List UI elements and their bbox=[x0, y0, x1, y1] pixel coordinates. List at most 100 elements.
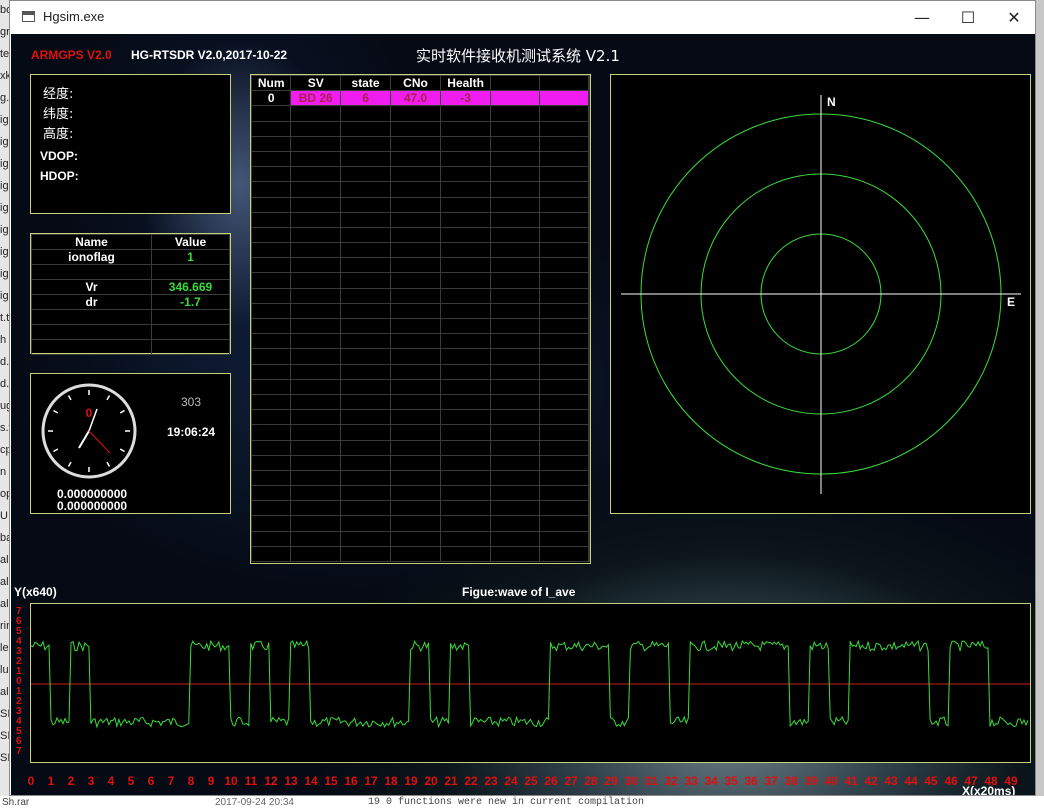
satellite-row[interactable] bbox=[250, 545, 590, 563]
sv-empty-cell bbox=[490, 181, 541, 198]
wave-x-tick: 43 bbox=[884, 774, 898, 788]
background-file-date: 2017-09-24 20:34 bbox=[215, 797, 294, 808]
sv-empty-cell bbox=[250, 348, 292, 365]
sv-empty-cell bbox=[290, 363, 342, 380]
satellite-row[interactable] bbox=[250, 242, 590, 259]
sv-empty-cell bbox=[588, 120, 590, 137]
background-fragment: lu bbox=[0, 664, 9, 676]
sv-empty-cell bbox=[439, 166, 492, 183]
wave-x-tick: 39 bbox=[804, 774, 818, 788]
sv-empty-cell bbox=[539, 333, 589, 350]
sv-empty-cell bbox=[490, 90, 541, 107]
sv-empty-cell bbox=[390, 302, 441, 320]
wave-x-tick: 27 bbox=[564, 774, 578, 788]
satellite-row[interactable] bbox=[250, 226, 590, 244]
sv-empty-cell bbox=[340, 515, 392, 532]
sv-empty-cell bbox=[340, 257, 392, 274]
wave-x-tick: 3 bbox=[87, 774, 95, 788]
sv-empty-cell bbox=[539, 135, 589, 152]
sv-empty-cell bbox=[290, 287, 342, 304]
maximize-button[interactable]: ☐ bbox=[945, 1, 991, 34]
satellite-row[interactable] bbox=[250, 196, 590, 213]
satellite-row[interactable] bbox=[250, 211, 590, 228]
sv-empty-cell bbox=[340, 485, 392, 502]
satellite-row[interactable] bbox=[250, 333, 590, 350]
sv-empty-cell bbox=[439, 242, 492, 259]
close-button[interactable]: ✕ bbox=[991, 1, 1037, 34]
sv-empty-cell bbox=[340, 500, 392, 517]
wave-x-tick: 31 bbox=[644, 774, 658, 788]
wave-x-tick: 46 bbox=[944, 774, 958, 788]
sv-empty-cell bbox=[588, 454, 590, 471]
satellite-row[interactable] bbox=[250, 120, 590, 137]
param-name bbox=[31, 309, 152, 325]
satellite-row[interactable] bbox=[250, 181, 590, 198]
sv-empty-cell bbox=[439, 409, 492, 426]
sv-empty-cell bbox=[390, 363, 441, 380]
sv-empty-cell bbox=[290, 135, 342, 152]
sv-empty-cell bbox=[539, 348, 589, 365]
sv-empty-cell bbox=[250, 196, 292, 213]
satellite-row[interactable] bbox=[250, 439, 590, 456]
satellite-row[interactable] bbox=[250, 272, 590, 289]
sv-empty-cell bbox=[439, 287, 492, 304]
sv-empty-cell bbox=[539, 485, 589, 502]
clock-value-2: 0.000000000 bbox=[57, 499, 128, 513]
satellite-row[interactable] bbox=[250, 424, 590, 441]
sv-empty-cell bbox=[390, 393, 441, 411]
wave-x-tick: 32 bbox=[664, 774, 678, 788]
sv-empty-cell bbox=[588, 530, 590, 547]
sv-empty-cell bbox=[439, 150, 492, 168]
wave-x-tick: 37 bbox=[764, 774, 778, 788]
satellite-row[interactable] bbox=[250, 454, 590, 471]
satellite-row[interactable] bbox=[250, 150, 590, 168]
satellite-row[interactable] bbox=[250, 515, 590, 532]
satellite-row[interactable] bbox=[250, 302, 590, 320]
background-fragment: te bbox=[0, 48, 10, 60]
sv-empty-cell bbox=[250, 257, 292, 274]
sv-empty-cell bbox=[588, 181, 590, 198]
satellite-row[interactable] bbox=[250, 257, 590, 274]
wave-x-tick: 0 bbox=[27, 774, 35, 788]
sv-empty-cell bbox=[290, 272, 342, 289]
sv-empty-cell bbox=[539, 545, 589, 563]
sv-empty-cell bbox=[539, 150, 589, 168]
satellite-row[interactable] bbox=[250, 485, 590, 502]
sv-empty-cell bbox=[490, 211, 541, 228]
satellite-row[interactable] bbox=[250, 166, 590, 183]
satellite-row[interactable] bbox=[250, 287, 590, 304]
satellite-row[interactable] bbox=[250, 105, 590, 122]
sv-empty-cell bbox=[390, 378, 441, 395]
sv-empty-cell bbox=[490, 196, 541, 213]
minimize-button[interactable]: — bbox=[899, 1, 945, 34]
title-bar[interactable]: Hgsim.exe — ☐ ✕ bbox=[10, 1, 1035, 34]
sv-empty-cell bbox=[490, 439, 541, 456]
satellite-row[interactable] bbox=[250, 317, 590, 335]
sv-empty-cell bbox=[250, 545, 292, 563]
wave-x-tick: 10 bbox=[224, 774, 238, 788]
sv-empty-cell bbox=[250, 302, 292, 320]
sv-empty-cell bbox=[250, 424, 292, 441]
background-fragment: ig bbox=[0, 268, 9, 280]
satellite-row[interactable]: 0 BD 26 6 47.0 -3 bbox=[250, 90, 590, 107]
satellite-row[interactable] bbox=[250, 363, 590, 380]
sv-empty-cell bbox=[390, 333, 441, 350]
satellite-row[interactable] bbox=[250, 530, 590, 547]
satellite-row[interactable] bbox=[250, 135, 590, 152]
sv-empty-cell bbox=[439, 317, 492, 335]
satellite-row[interactable] bbox=[250, 500, 590, 517]
satellite-row[interactable] bbox=[250, 378, 590, 395]
sv-empty-cell bbox=[250, 150, 292, 168]
sv-empty-cell bbox=[390, 257, 441, 274]
param-name bbox=[31, 264, 152, 280]
satellite-row[interactable] bbox=[250, 409, 590, 426]
satellite-row[interactable] bbox=[250, 348, 590, 365]
satellite-row[interactable] bbox=[250, 469, 590, 487]
col-header-empty bbox=[539, 74, 589, 92]
wave-x-tick: 19 bbox=[404, 774, 418, 788]
background-fragment: ig bbox=[0, 224, 9, 236]
sv-empty-cell bbox=[390, 272, 441, 289]
wave-x-tick: 44 bbox=[904, 774, 918, 788]
sv-empty-cell bbox=[340, 469, 392, 487]
satellite-row[interactable] bbox=[250, 393, 590, 411]
